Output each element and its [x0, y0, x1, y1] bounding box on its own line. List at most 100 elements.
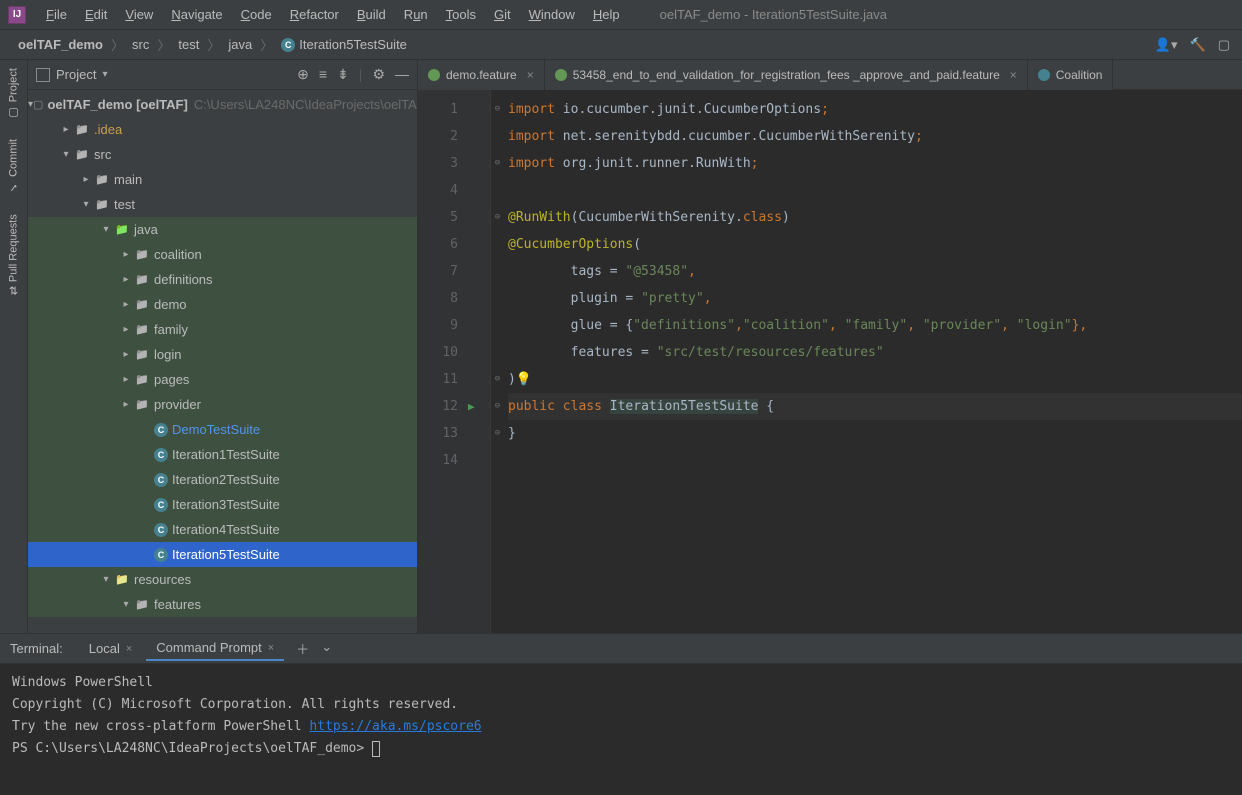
menu-help[interactable]: Help [585, 3, 628, 26]
tree-definitions[interactable]: definitions [28, 267, 417, 292]
settings-icon[interactable]: ⚙ [372, 66, 385, 83]
close-icon[interactable]: × [126, 643, 132, 655]
folder-icon [94, 172, 110, 188]
terminal-tab-cmd[interactable]: Command Prompt× [146, 636, 284, 661]
expand-all-icon[interactable]: ≡ [319, 66, 327, 83]
run-config-icon[interactable]: ▢ [1218, 37, 1230, 53]
menu-file[interactable]: FFileile [38, 3, 75, 26]
tab-demo-feature[interactable]: demo.feature× [418, 60, 545, 90]
chevron-down-icon: ▾ [102, 69, 107, 80]
terminal-panel: Terminal: Local× Command Prompt× ＋ ⌄ Win… [0, 633, 1242, 795]
line-gutter: 1234567891011121314 [418, 90, 468, 633]
tree-login[interactable]: login [28, 342, 417, 367]
tree-pages[interactable]: pages [28, 367, 417, 392]
tree-features[interactable]: features [28, 592, 417, 617]
feature-icon [428, 69, 440, 81]
tree-iter4[interactable]: Iteration4TestSuite [28, 517, 417, 542]
project-tree[interactable]: oelTAF_demo [oelTAF]C:\Users\LA248NC\Ide… [28, 90, 417, 633]
breadcrumb-test[interactable]: test [172, 35, 205, 54]
project-panel-title: Project [56, 67, 96, 82]
class-icon [154, 473, 168, 487]
menu-code[interactable]: Code [233, 3, 280, 26]
menu-refactor[interactable]: Refactor [282, 3, 347, 26]
tree-test[interactable]: test [28, 192, 417, 217]
terminal-link[interactable]: https://aka.ms/pscore6 [309, 719, 481, 734]
menu-run[interactable]: Run [396, 3, 436, 26]
folder-icon [134, 347, 150, 363]
menu-bar: IJ FFileile Edit View Navigate Code Refa… [0, 0, 1242, 30]
project-panel-header: Project ▾ ⊕ ≡ ⇟ | ⚙ — [28, 60, 417, 90]
folder-icon [114, 222, 130, 238]
close-icon[interactable]: × [268, 642, 274, 654]
editor-tabs: demo.feature× 53458_end_to_end_validatio… [418, 60, 1242, 90]
tree-family[interactable]: family [28, 317, 417, 342]
locate-icon[interactable]: ⊕ [297, 66, 309, 83]
add-terminal-icon[interactable]: ＋ [296, 639, 309, 658]
menu-navigate[interactable]: Navigate [163, 3, 230, 26]
tree-java[interactable]: java [28, 217, 417, 242]
class-icon [154, 448, 168, 462]
folder-icon [74, 147, 90, 163]
breadcrumb-java[interactable]: java [222, 35, 258, 54]
tree-provider[interactable]: provider [28, 392, 417, 417]
breadcrumb-sep-icon: 〉 [207, 35, 220, 54]
project-dropdown[interactable]: Project ▾ [36, 67, 108, 82]
terminal-line: Windows PowerShell [12, 672, 1230, 694]
tree-demo-test-suite[interactable]: DemoTestSuite [28, 417, 417, 442]
terminal-label: Terminal: [10, 641, 63, 656]
menu-tools[interactable]: Tools [438, 3, 484, 26]
breadcrumb-src[interactable]: src [126, 35, 155, 54]
code-editor[interactable]: 1234567891011121314 ▶ ⊖ ⊖ ⊖ ⊖⊖⊖ import i… [418, 90, 1242, 633]
add-user-icon[interactable]: 👤▾ [1155, 37, 1178, 53]
tree-coalition[interactable]: coalition [28, 242, 417, 267]
tree-iter5[interactable]: Iteration5TestSuite [28, 542, 417, 567]
feature-icon [555, 69, 567, 81]
rail-pull-requests[interactable]: ⇄Pull Requests [7, 214, 20, 295]
close-icon[interactable]: × [1010, 68, 1017, 82]
divider: | [359, 66, 363, 83]
terminal-output[interactable]: Windows PowerShell Copyright (C) Microso… [0, 664, 1242, 795]
tree-idea[interactable]: .idea [28, 117, 417, 142]
breadcrumb-bar: oelTAF_demo 〉 src 〉 test 〉 java 〉 Iterat… [0, 30, 1242, 60]
close-icon[interactable]: × [527, 68, 534, 82]
breadcrumb-file[interactable]: Iteration5TestSuite [275, 35, 413, 54]
tree-main[interactable]: main [28, 167, 417, 192]
tree-iter3[interactable]: Iteration3TestSuite [28, 492, 417, 517]
tab-53458-feature[interactable]: 53458_end_to_end_validation_for_registra… [545, 60, 1028, 90]
tree-src[interactable]: src [28, 142, 417, 167]
tree-iter2[interactable]: Iteration2TestSuite [28, 467, 417, 492]
breadcrumb-sep-icon: 〉 [260, 35, 273, 54]
bulb-icon[interactable]: 💡 [516, 372, 532, 387]
menu-view[interactable]: View [117, 3, 161, 26]
main-area: ▢Project ✓Commit ⇄Pull Requests Project … [0, 60, 1242, 633]
tree-resources[interactable]: resources [28, 567, 417, 592]
app-logo-icon: IJ [8, 6, 26, 24]
class-icon [281, 38, 295, 52]
folder-icon [134, 372, 150, 388]
tab-coalition[interactable]: Coalition [1028, 60, 1114, 90]
terminal-tab-local[interactable]: Local× [79, 637, 143, 660]
hammer-icon[interactable]: 🔨 [1190, 37, 1206, 53]
module-icon [33, 97, 43, 113]
class-icon [154, 548, 168, 562]
menu-window[interactable]: Window [521, 3, 583, 26]
window-title: oelTAF_demo - Iteration5TestSuite.java [660, 7, 887, 22]
tree-root[interactable]: oelTAF_demo [oelTAF]C:\Users\LA248NC\Ide… [28, 92, 417, 117]
menu-build[interactable]: Build [349, 3, 394, 26]
run-icon[interactable]: ▶ [468, 393, 490, 420]
class-icon [154, 423, 168, 437]
tree-iter1[interactable]: Iteration1TestSuite [28, 442, 417, 467]
code-content[interactable]: import io.cucumber.junit.CucumberOptions… [504, 90, 1242, 633]
terminal-tabs: Terminal: Local× Command Prompt× ＋ ⌄ [0, 634, 1242, 664]
editor-area: demo.feature× 53458_end_to_end_validatio… [418, 60, 1242, 633]
terminal-dropdown-icon[interactable]: ⌄ [321, 639, 332, 658]
folder-icon [134, 597, 150, 613]
menu-edit[interactable]: Edit [77, 3, 115, 26]
breadcrumb-project[interactable]: oelTAF_demo [12, 35, 109, 54]
tree-demo[interactable]: demo [28, 292, 417, 317]
menu-git[interactable]: Git [486, 3, 519, 26]
rail-project[interactable]: ▢Project [7, 68, 20, 119]
rail-commit[interactable]: ✓Commit [7, 139, 20, 194]
minimize-icon[interactable]: — [395, 66, 409, 83]
collapse-all-icon[interactable]: ⇟ [337, 66, 349, 83]
